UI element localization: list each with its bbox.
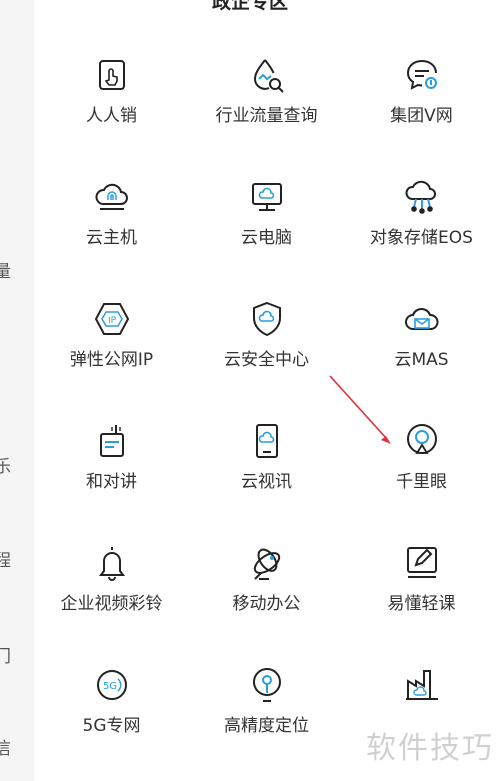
tile-label: 云安全中心: [224, 350, 309, 370]
tile-label: 易懂轻课: [387, 594, 456, 614]
tile-cloud-pc[interactable]: 云电脑: [189, 177, 344, 287]
tile-renrenxiao[interactable]: 人人销: [34, 55, 189, 165]
tile-label: 5G专网: [82, 716, 141, 736]
tile-label: 人人销: [86, 106, 137, 126]
tile-label: 高精度定位: [224, 716, 309, 736]
tile-label: 和对讲: [86, 472, 137, 492]
left-rail-char[interactable]: 量: [0, 257, 11, 282]
chat-bubble-icon: [402, 55, 442, 95]
bell-icon: [92, 543, 132, 583]
tile-label: 云主机: [86, 228, 137, 248]
left-rail-char[interactable]: 信: [0, 734, 11, 759]
svg-text:5G: 5G: [102, 681, 116, 692]
5g-signal-icon: 5G: [92, 665, 132, 705]
tile-label: 企业视频彩铃: [60, 594, 163, 614]
cloud-fingerprint-icon: [92, 177, 132, 217]
cloud-tablet-icon: [247, 421, 287, 461]
edit-board-icon: [402, 543, 442, 583]
cloud-factory-icon: [402, 665, 442, 705]
cloud-mail-icon: [402, 299, 442, 339]
cloud-shield-icon: [247, 299, 287, 339]
tile-qianliyan[interactable]: 千里眼: [344, 421, 499, 531]
left-rail: 量 乐 程 门 信: [0, 0, 34, 781]
cloud-nodes-icon: [402, 177, 442, 217]
tile-cloud-host[interactable]: 云主机: [34, 177, 189, 287]
cloud-monitor-icon: [247, 177, 287, 217]
tile-label: 千里眼: [396, 472, 447, 492]
location-pin-icon: [247, 665, 287, 705]
tile-label: 弹性公网IP: [69, 350, 154, 370]
tile-label: 云电脑: [241, 228, 292, 248]
left-rail-char[interactable]: 程: [0, 546, 11, 571]
tile-cloud-video-call[interactable]: 云视讯: [189, 421, 344, 531]
tile-high-precision-positioning[interactable]: 高精度定位: [189, 665, 344, 775]
tile-enterprise-video-ringtone[interactable]: 企业视频彩铃: [34, 543, 189, 653]
tile-label: 云视讯: [241, 472, 292, 492]
hand-tap-icon: [92, 55, 132, 95]
service-grid: 人人销 行业流量查询 集团V网 云主机 云电脑 对象存储EOS IP 弹性公网I…: [34, 0, 500, 781]
tile-cloud-mas[interactable]: 云MAS: [344, 299, 499, 409]
tile-group-vnet[interactable]: 集团V网: [344, 55, 499, 165]
tile-5g-private-network[interactable]: 5G 5G专网: [34, 665, 189, 775]
tile-label: 对象存储EOS: [370, 228, 473, 248]
tile-label: 云MAS: [394, 350, 449, 370]
walkie-talkie-icon: [92, 421, 132, 461]
ip-hexagon-icon: IP: [92, 299, 132, 339]
tile-easy-course[interactable]: 易懂轻课: [344, 543, 499, 653]
tile-cloud-security-center[interactable]: 云安全中心: [189, 299, 344, 409]
left-rail-char[interactable]: 门: [0, 642, 11, 667]
tile-he-intercom[interactable]: 和对讲: [34, 421, 189, 531]
tile-label: 集团V网: [390, 106, 453, 126]
drop-search-icon: [247, 55, 287, 95]
camera-icon: [402, 421, 442, 461]
tile-industry-traffic[interactable]: 行业流量查询: [189, 55, 344, 165]
satellite-dish-icon: [247, 543, 287, 583]
left-rail-char[interactable]: 乐: [0, 452, 11, 477]
tile-label: 行业流量查询: [215, 106, 318, 126]
tile-object-storage-eos[interactable]: 对象存储EOS: [344, 177, 499, 287]
tile-elastic-ip[interactable]: IP 弹性公网IP: [34, 299, 189, 409]
watermark-text: 软件技巧: [366, 731, 494, 766]
tile-mobile-office[interactable]: 移动办公: [189, 543, 344, 653]
tile-label: 移动办公: [232, 594, 301, 614]
svg-text:IP: IP: [107, 316, 116, 326]
